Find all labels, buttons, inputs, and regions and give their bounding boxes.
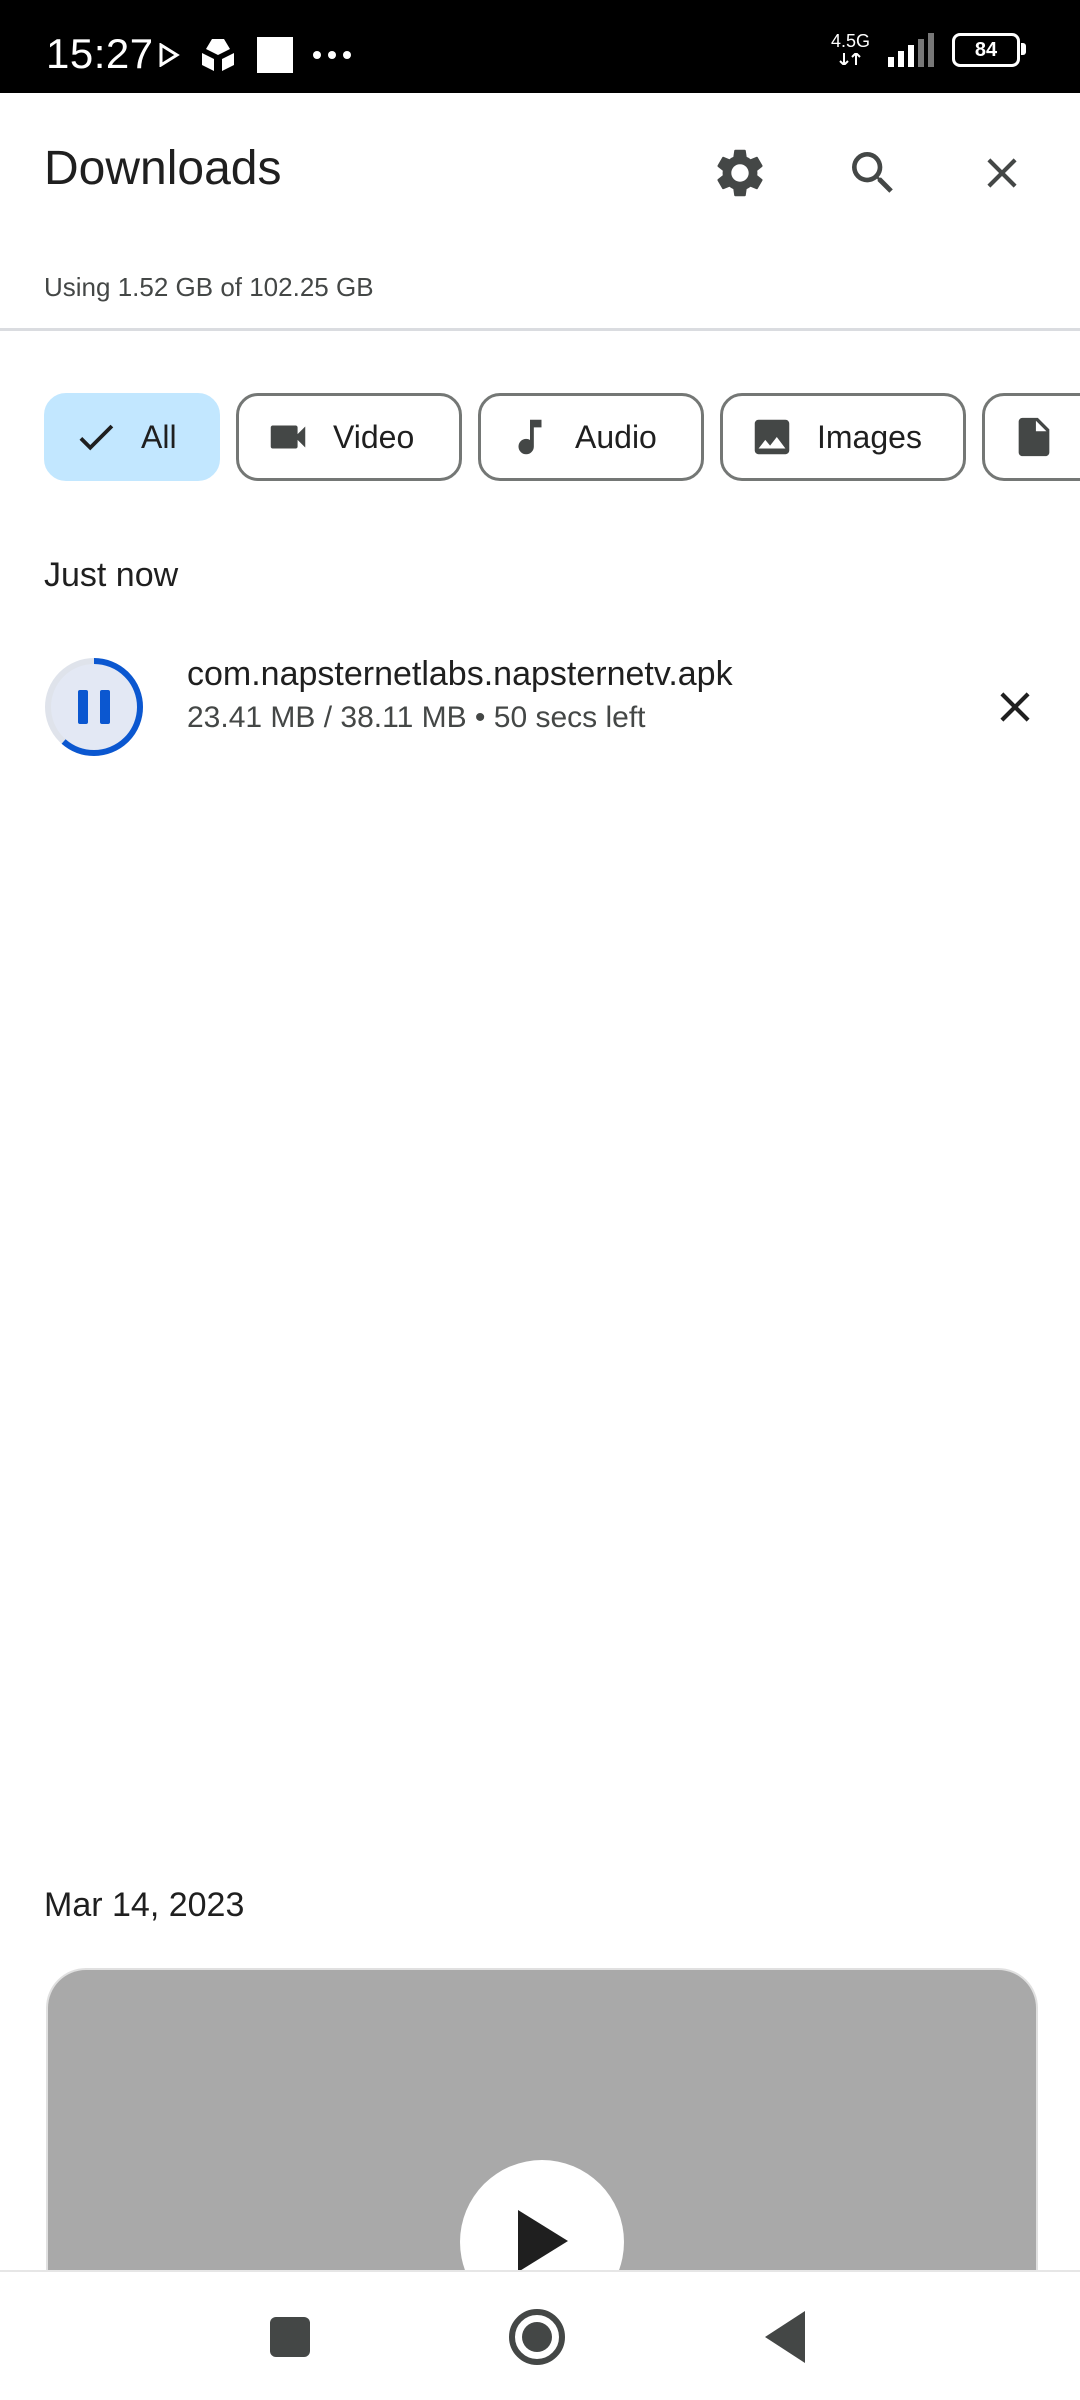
music-note-icon: [518, 419, 542, 455]
download-progress-ring: [45, 658, 143, 756]
storage-usage: Using 1.52 GB of 102.25 GB: [44, 272, 374, 302]
settings-button[interactable]: [700, 133, 780, 213]
divider: [0, 328, 1080, 331]
play-button[interactable]: [460, 2160, 624, 2270]
home-button[interactable]: [497, 2302, 577, 2372]
app-notification-icon: [202, 39, 234, 71]
search-icon: [852, 152, 893, 193]
more-notifications-icon: [313, 51, 351, 59]
section-header: Just now: [44, 556, 179, 594]
back-icon: [765, 2311, 805, 2363]
pause-download-button[interactable]: [42, 655, 146, 759]
gear-icon: [717, 149, 763, 197]
home-icon: [509, 2309, 565, 2365]
network-label: 4.5G: [830, 31, 870, 51]
play-store-notification-icon: [159, 43, 180, 67]
network-type: 4.5G: [831, 32, 870, 68]
play-icon: [518, 2210, 568, 2270]
page-title: Downloads: [44, 142, 282, 195]
section-header: Mar 14, 2023: [44, 1886, 245, 1924]
recents-icon: [270, 2317, 310, 2357]
chip-documents[interactable]: [982, 393, 1080, 481]
recents-button[interactable]: [250, 2302, 330, 2372]
filter-chips: All Video Audio Images: [44, 393, 1080, 481]
search-button[interactable]: [833, 133, 913, 213]
battery-level: 84: [974, 38, 998, 61]
status-bar: 15:27 4.5G 84: [0, 0, 1080, 93]
downloads-screen: 15:27 4.5G 84 Downloads Using 1.52 GB of…: [0, 0, 1080, 2400]
close-icon: [1000, 692, 1030, 722]
close-button[interactable]: [962, 133, 1042, 213]
status-right-icons: 4.5G 84: [831, 32, 1026, 68]
video-camera-icon: [270, 425, 306, 449]
chip-images[interactable]: Images: [720, 393, 966, 481]
download-filename: com.napsternetlabs.napsternetv.apk: [187, 655, 733, 693]
square-notification-icon: [257, 37, 293, 73]
status-time: 15:27: [46, 30, 154, 77]
back-button[interactable]: [745, 2302, 825, 2372]
data-arrows-icon: [839, 51, 862, 67]
close-icon: [987, 158, 1017, 188]
chip-label: Images: [817, 418, 922, 455]
chip-video[interactable]: Video: [236, 393, 462, 481]
download-progress-text: 23.41 MB / 38.11 MB • 50 secs left: [187, 701, 646, 734]
chip-label: All: [141, 418, 177, 455]
chip-audio[interactable]: Audio: [478, 393, 704, 481]
status-notification-icons: [158, 36, 352, 74]
document-icon: [1018, 417, 1050, 457]
system-navigation-bar: [0, 2270, 1080, 2400]
signal-icon: [888, 33, 934, 67]
chip-all[interactable]: All: [44, 393, 220, 481]
battery-icon: 84: [952, 33, 1026, 67]
check-icon: [79, 424, 114, 451]
image-icon: [754, 419, 790, 455]
cancel-download-button[interactable]: [975, 667, 1055, 747]
chip-label: Audio: [575, 418, 657, 455]
chip-label: Video: [333, 418, 415, 455]
video-thumbnail[interactable]: [46, 1968, 1038, 2270]
app-toolbar: Downloads: [0, 93, 1080, 243]
